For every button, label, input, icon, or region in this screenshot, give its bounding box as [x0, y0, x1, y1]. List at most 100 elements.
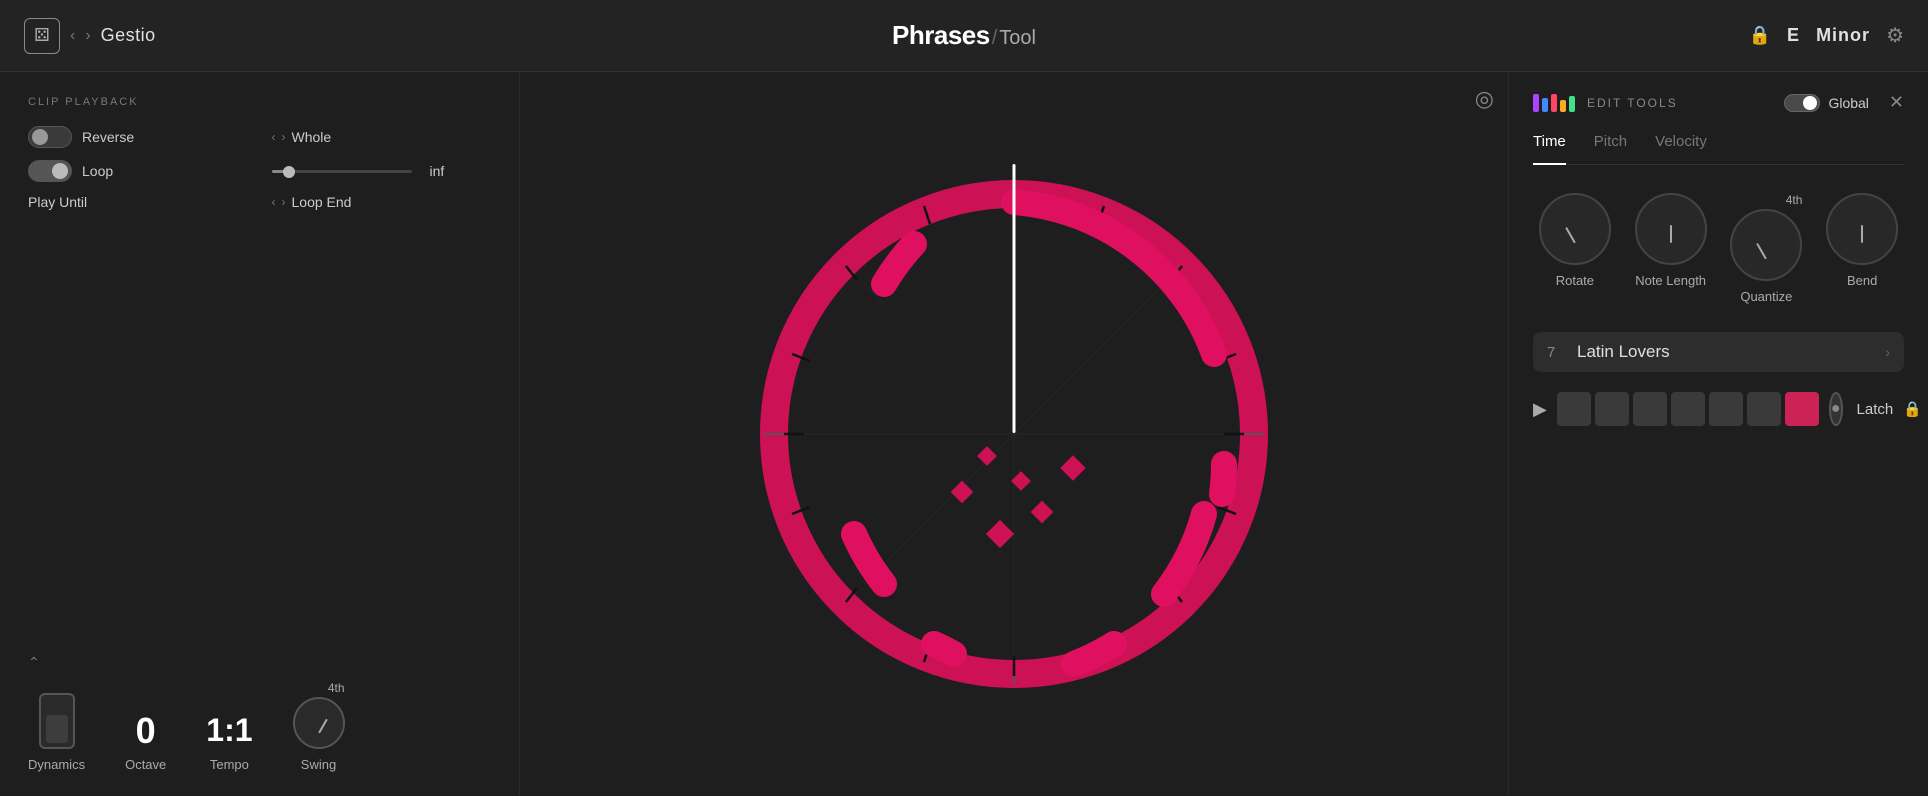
edit-tools-title: EDIT TOOLS — [1587, 96, 1678, 110]
color-picker-button[interactable]: ● — [1829, 392, 1843, 426]
note-length-indicator — [1670, 225, 1672, 243]
quantize-knob[interactable] — [1730, 209, 1802, 281]
knob-grid: Rotate Note Length 4th Quantize — [1533, 193, 1904, 304]
dynamics-label: Dynamics — [28, 757, 85, 772]
step-cells — [1557, 392, 1819, 426]
color-bar-blue — [1542, 98, 1548, 112]
play-button[interactable]: ▶ — [1533, 399, 1547, 420]
app-title: Gestio — [101, 25, 156, 46]
note-length-item: Note Length — [1629, 193, 1713, 304]
color-bar-green — [1569, 96, 1575, 112]
global-toggle-knob — [1803, 96, 1817, 110]
bend-knob[interactable] — [1826, 193, 1898, 265]
step-cell-2[interactable] — [1595, 392, 1629, 426]
whole-next[interactable]: › — [282, 130, 286, 144]
playback-row: ▶ ● Latch 🔒 — [1533, 392, 1904, 426]
gear-icon[interactable]: ⚙ — [1886, 23, 1904, 48]
step-cell-3[interactable] — [1633, 392, 1667, 426]
color-bar-orange — [1560, 100, 1566, 112]
step-cell-4[interactable] — [1671, 392, 1705, 426]
edit-tools-header: EDIT TOOLS Global ✕ — [1533, 92, 1904, 113]
dynamics-item: Dynamics — [28, 693, 85, 772]
tab-velocity[interactable]: Velocity — [1655, 133, 1707, 156]
loop-toggle[interactable] — [28, 160, 72, 182]
step-cell-6[interactable] — [1747, 392, 1781, 426]
top-bar-center: Phrases / Tool — [892, 20, 1036, 51]
octave-label: Octave — [125, 757, 166, 772]
dynamics-knob-inner — [46, 715, 68, 743]
color-bar-red — [1551, 94, 1557, 112]
lock-small-icon[interactable]: 🔒 — [1903, 400, 1922, 418]
key-label[interactable]: E — [1787, 25, 1800, 46]
play-until-label: Play Until — [28, 194, 87, 210]
loop-end-prev[interactable]: ‹ — [272, 195, 276, 209]
bottom-controls: ⌃ Dynamics 0 Octave 1:1 Tempo — [28, 630, 491, 772]
rotate-indicator — [1565, 227, 1576, 244]
left-panel: CLIP PLAYBACK Reverse ‹ › Whole Loop — [0, 72, 520, 796]
top-bar-left: ⚄ ‹ › Gestio — [24, 18, 156, 54]
main-layout: CLIP PLAYBACK Reverse ‹ › Whole Loop — [0, 72, 1928, 796]
whole-prev[interactable]: ‹ — [272, 130, 276, 144]
reverse-toggle[interactable] — [28, 126, 72, 148]
bend-label: Bend — [1847, 273, 1877, 288]
step-cell-1[interactable] — [1557, 392, 1591, 426]
preset-number: 7 — [1547, 344, 1565, 361]
nav-back[interactable]: ‹ — [70, 27, 75, 45]
play-until-row: Play Until — [28, 194, 248, 210]
target-icon[interactable]: ◎ — [1475, 86, 1494, 112]
step-cell-5[interactable] — [1709, 392, 1743, 426]
top-bar: ⚄ ‹ › Gestio Phrases / Tool 🔒 E Minor ⚙ — [0, 0, 1928, 72]
preset-name: Latin Lovers — [1577, 342, 1873, 362]
tab-time[interactable]: Time — [1533, 133, 1566, 165]
octave-value: 0 — [136, 713, 156, 749]
quantize-indicator — [1757, 243, 1768, 260]
swing-label: Swing — [301, 757, 336, 772]
preset-row[interactable]: 7 Latin Lovers › — [1533, 332, 1904, 372]
loop-toggle-knob — [52, 163, 68, 179]
swing-knob-indicator — [318, 718, 328, 733]
quantize-label: Quantize — [1740, 289, 1792, 304]
bend-item: Bend — [1820, 193, 1904, 304]
loop-end-next[interactable]: › — [282, 195, 286, 209]
circle-container — [734, 154, 1294, 714]
close-button[interactable]: ✕ — [1889, 92, 1904, 113]
global-toggle-switch[interactable] — [1784, 94, 1820, 112]
octave-item: 0 Octave — [125, 713, 166, 772]
swing-knob[interactable] — [293, 697, 345, 749]
loop-row: Loop — [28, 160, 248, 182]
loop-label: Loop — [82, 163, 113, 179]
slider-thumb[interactable] — [283, 166, 295, 178]
swing-4th-label: 4th — [328, 681, 345, 695]
global-toggle-group: Global — [1784, 94, 1868, 112]
whole-value: Whole — [292, 129, 332, 145]
quantize-item: 4th Quantize — [1725, 193, 1809, 304]
center-panel: ◎ — [520, 72, 1508, 796]
phrases-logo: Phrases — [892, 20, 990, 51]
lock-icon[interactable]: 🔒 — [1749, 25, 1771, 46]
note-length-label: Note Length — [1635, 273, 1706, 288]
dynamics-knob[interactable] — [39, 693, 75, 749]
swing-item: 4th Swing — [293, 681, 345, 772]
whole-control: ‹ › Whole — [272, 126, 492, 148]
step-cell-7[interactable] — [1785, 392, 1819, 426]
chevron-up[interactable]: ⌃ — [28, 654, 491, 671]
knob-row: Dynamics 0 Octave 1:1 Tempo 4th — [28, 681, 491, 772]
loop-end-control: ‹ › Loop End — [272, 194, 492, 210]
global-label: Global — [1828, 95, 1868, 111]
quantize-4th-label: 4th — [1786, 193, 1803, 207]
tempo-label: Tempo — [210, 757, 249, 772]
app-icon[interactable]: ⚄ — [24, 18, 60, 54]
loop-slider[interactable] — [272, 170, 412, 173]
rotate-knob[interactable] — [1539, 193, 1611, 265]
rotate-item: Rotate — [1533, 193, 1617, 304]
preset-chevron-icon: › — [1885, 344, 1890, 360]
reverse-toggle-knob — [32, 129, 48, 145]
slash: / — [992, 27, 998, 50]
reverse-label: Reverse — [82, 129, 134, 145]
playhead-line — [1013, 164, 1016, 433]
color-bar-purple — [1533, 94, 1539, 112]
tab-pitch[interactable]: Pitch — [1594, 133, 1627, 156]
scale-label[interactable]: Minor — [1816, 25, 1870, 46]
nav-forward[interactable]: › — [85, 27, 90, 45]
note-length-knob[interactable] — [1635, 193, 1707, 265]
